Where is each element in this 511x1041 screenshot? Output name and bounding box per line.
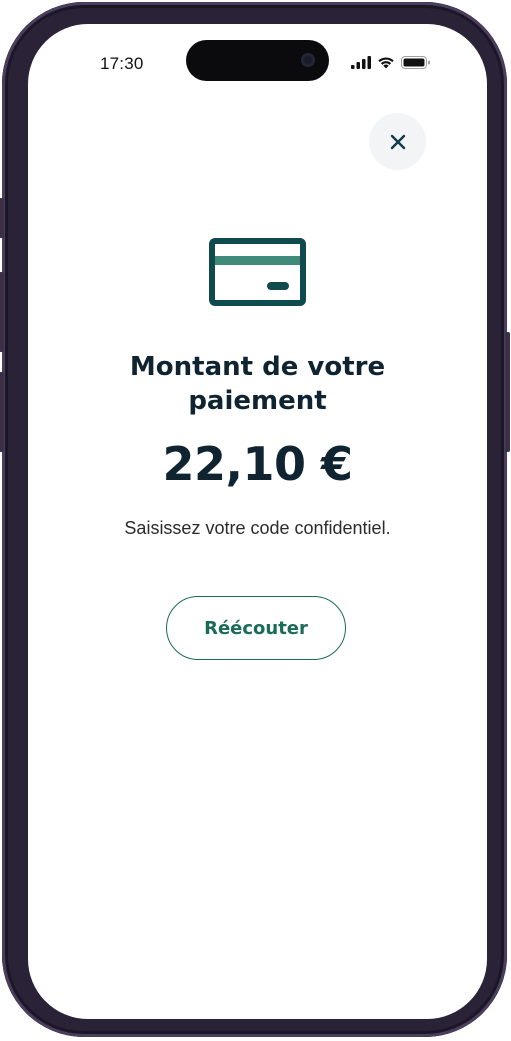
close-button[interactable] [369, 113, 426, 170]
power-button [505, 332, 510, 452]
status-time: 17:30 [100, 54, 144, 73]
volume-down-button [0, 372, 4, 452]
payment-title: Montant de votre paiement [28, 350, 487, 418]
payment-title-line1: Montant de votre [129, 352, 386, 382]
close-icon [390, 134, 405, 149]
battery-icon [401, 56, 430, 69]
credit-card-icon [209, 238, 306, 306]
phone-frame: 17:30 Montant de votre paiement 22,10 € … [0, 2, 510, 1037]
payment-title-line2: paiement [188, 386, 327, 416]
front-camera-icon [301, 53, 315, 67]
silent-switch [0, 198, 4, 238]
volume-up-button [0, 272, 4, 352]
status-icons [351, 56, 431, 69]
screen: 17:30 Montant de votre paiement 22,10 € … [28, 24, 487, 1019]
payment-amount: 22,10 € [162, 437, 353, 491]
signal-icon [351, 56, 371, 69]
wifi-icon [378, 57, 394, 69]
replay-button[interactable]: Réécouter [166, 596, 346, 660]
dynamic-island [186, 40, 329, 81]
pin-instruction: Saisissez votre code confidentiel. [124, 518, 391, 538]
